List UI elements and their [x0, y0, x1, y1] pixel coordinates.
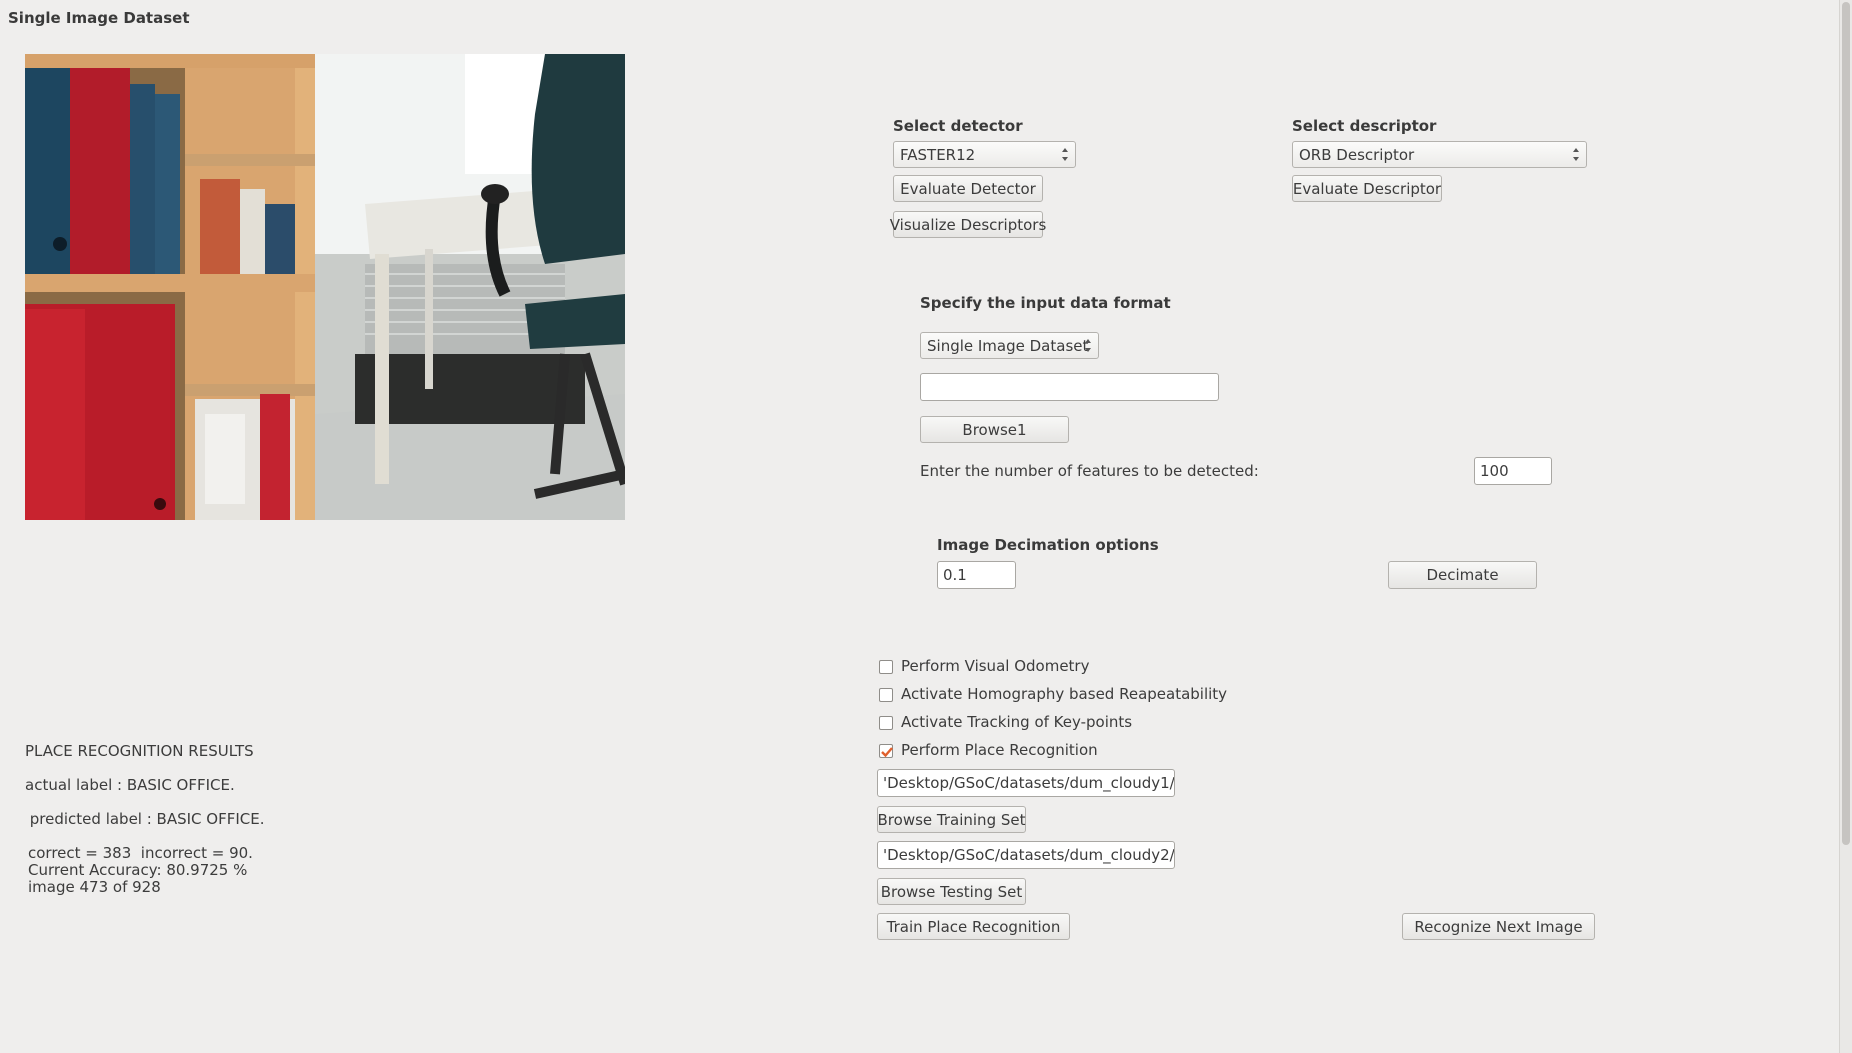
evaluate-descriptor-button[interactable]: Evaluate Descriptor	[1292, 175, 1442, 202]
detector-heading: Select detector	[893, 117, 1023, 135]
input-format-select-value: Single Image Dataset	[927, 336, 1089, 355]
descriptor-select-value: ORB Descriptor	[1299, 145, 1415, 164]
descriptor-select[interactable]: ORB Descriptor	[1292, 141, 1587, 168]
dataset-path-input[interactable]	[920, 373, 1219, 401]
recognize-next-image-button[interactable]: Recognize Next Image	[1402, 913, 1595, 940]
place-recognition-checkbox[interactable]	[879, 744, 893, 758]
browse-testing-set-button[interactable]: Browse Testing Set	[877, 878, 1026, 905]
scrollbar-thumb[interactable]	[1842, 2, 1850, 845]
camera-image-drawing	[25, 54, 625, 520]
decimate-button[interactable]: Decimate	[1388, 561, 1537, 589]
counts-text: correct = 383 incorrect = 90.	[28, 844, 253, 862]
image-index-text: image 473 of 928	[28, 878, 161, 896]
browse-training-set-button[interactable]: Browse Training Set	[877, 806, 1026, 833]
accuracy-text: Current Accuracy: 80.9725 %	[28, 861, 248, 879]
evaluate-detector-button[interactable]: Evaluate Detector	[893, 175, 1043, 202]
detector-select[interactable]: FASTER12	[893, 141, 1076, 168]
place-recognition-label: Perform Place Recognition	[901, 741, 1098, 759]
features-count-input[interactable]: 100	[1474, 457, 1552, 485]
browse1-button[interactable]: Browse1	[920, 416, 1069, 443]
testing-set-path-input[interactable]: 'Desktop/GSoC/datasets/dum_cloudy2/png	[877, 841, 1175, 869]
visual-odometry-checkbox[interactable]	[879, 660, 893, 674]
vertical-scrollbar[interactable]	[1839, 0, 1852, 1053]
input-format-heading: Specify the input data format	[920, 294, 1171, 312]
homography-label: Activate Homography based Reapeatability	[901, 685, 1228, 703]
actual-label-text: actual label : BASIC OFFICE.	[25, 776, 235, 794]
visualize-descriptors-button[interactable]: Visualize Descriptors	[890, 211, 1046, 238]
results-heading: PLACE RECOGNITION RESULTS	[25, 742, 254, 760]
window-title: Single Image Dataset	[8, 9, 190, 27]
tracking-label: Activate Tracking of Key-points	[901, 713, 1133, 731]
updown-arrows-icon	[1062, 148, 1068, 161]
train-place-recognition-button[interactable]: Train Place Recognition	[877, 913, 1070, 940]
updown-arrows-icon	[1573, 148, 1579, 161]
training-set-path-input[interactable]: 'Desktop/GSoC/datasets/dum_cloudy1/png	[877, 769, 1175, 797]
tracking-checkbox[interactable]	[879, 716, 893, 730]
input-format-select[interactable]: Single Image Dataset	[920, 332, 1099, 359]
camera-image	[25, 54, 625, 520]
updown-arrows-icon	[1085, 339, 1091, 352]
predicted-label-text: predicted label : BASIC OFFICE.	[25, 810, 265, 828]
homography-checkbox[interactable]	[879, 688, 893, 702]
features-prompt-label: Enter the number of features to be detec…	[920, 462, 1259, 480]
visual-odometry-label: Perform Visual Odometry	[901, 657, 1090, 675]
detector-select-value: FASTER12	[900, 145, 976, 164]
checkmark-icon	[881, 747, 893, 758]
decimation-value-input[interactable]: 0.1	[937, 561, 1016, 589]
descriptor-heading: Select descriptor	[1292, 117, 1437, 135]
decimation-heading: Image Decimation options	[937, 536, 1159, 554]
